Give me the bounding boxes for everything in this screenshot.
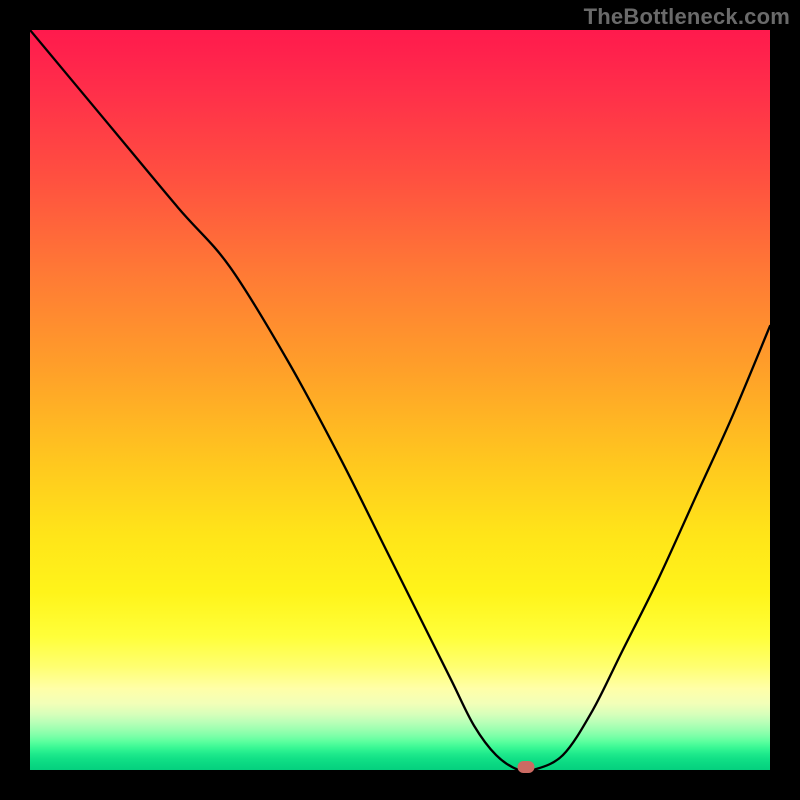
plot-area xyxy=(30,30,770,770)
chart-frame: TheBottleneck.com xyxy=(0,0,800,800)
optimal-marker-dot xyxy=(517,761,534,773)
curve-layer xyxy=(30,30,770,770)
watermark-text: TheBottleneck.com xyxy=(584,4,790,30)
bottleneck-curve-path xyxy=(30,30,770,770)
